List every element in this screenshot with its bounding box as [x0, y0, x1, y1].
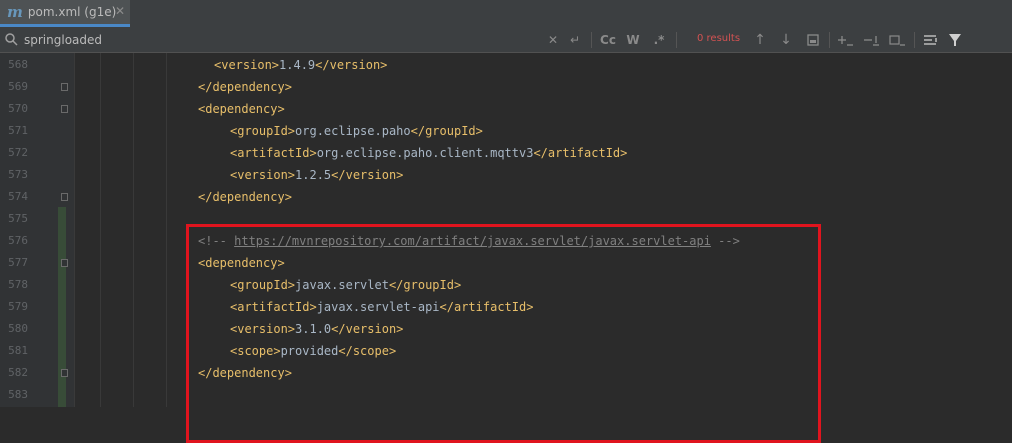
indent-guide [133, 53, 134, 407]
code-line: <groupId>org.eclipse.paho</groupId> [230, 120, 483, 142]
new-line-icon[interactable]: ↵ [567, 30, 583, 50]
find-bar: ✕ ↵ Cc W .* 0 results ↑ ↓ [0, 27, 1012, 53]
separator [914, 32, 915, 48]
line-number: 579 [8, 300, 28, 313]
line-number: 577 [8, 256, 28, 269]
multiline-icon[interactable] [922, 30, 940, 50]
xml-tag-open: <artifactId> [230, 146, 317, 160]
indent-guide [100, 53, 101, 407]
code-line: </dependency> [198, 76, 292, 98]
line-number: 570 [8, 102, 28, 115]
xml-text: 1.4.9 [279, 58, 316, 72]
xml-tag-close: </groupId> [410, 124, 483, 138]
line-number: 582 [8, 366, 28, 379]
separator [829, 32, 830, 48]
indent-guide [166, 53, 167, 407]
line-number: 583 [8, 388, 28, 401]
tab-bar: m pom.xml (g1e) ✕ [0, 0, 1012, 28]
fold-marker-icon[interactable] [61, 105, 68, 113]
xml-text: 1.2.5 [295, 168, 332, 182]
next-occurrence-icon[interactable]: ↓ [778, 30, 794, 50]
vcs-change-marker [58, 207, 66, 407]
code-line: <artifactId>org.eclipse.paho.client.mqtt… [230, 142, 627, 164]
separator [591, 32, 592, 48]
line-number: 572 [8, 146, 28, 159]
line-number: 571 [8, 124, 28, 137]
xml-tag-close: </artifactId> [533, 146, 628, 160]
line-number: 580 [8, 322, 28, 335]
select-all-occurrences-icon[interactable] [805, 30, 821, 50]
xml-tag-open: </dependency> [198, 80, 292, 94]
xml-tag-close: </version> [331, 168, 404, 182]
search-icon[interactable] [4, 32, 19, 46]
fold-marker-icon[interactable] [61, 83, 68, 91]
search-results-count: 0 results [697, 33, 741, 44]
xml-tag-open: <dependency> [198, 102, 285, 116]
clear-icon[interactable]: ✕ [546, 30, 560, 50]
line-number: 581 [8, 344, 28, 357]
xml-tag-open: <version> [214, 58, 280, 72]
line-number: 573 [8, 168, 28, 181]
toggle-selection-icon[interactable] [888, 30, 906, 50]
tab-label: pom.xml (g1e) [27, 5, 117, 19]
fold-marker-icon[interactable] [61, 369, 68, 377]
code-line: <dependency> [198, 98, 285, 120]
match-case-icon[interactable]: Cc [598, 30, 618, 50]
maven-icon: m [7, 3, 23, 21]
whole-words-icon[interactable]: W [624, 30, 642, 50]
xml-tag-open: <groupId> [230, 124, 296, 138]
line-number: 574 [8, 190, 28, 203]
xml-text: org.eclipse.paho [295, 124, 411, 138]
filter-icon[interactable] [946, 30, 964, 50]
code-line: <version>1.2.5</version> [230, 164, 403, 186]
fold-marker-icon[interactable] [61, 193, 68, 201]
xml-tag-close: </version> [315, 58, 388, 72]
xml-tag-open: </dependency> [198, 190, 292, 204]
gutter: 568 569 570 571 572 573 574 575 576 577 578 579 580 5… [0, 53, 75, 407]
search-input[interactable] [24, 30, 534, 50]
tab-pom-xml[interactable]: m pom.xml (g1e) ✕ [0, 0, 130, 27]
close-tab-icon[interactable]: ✕ [115, 4, 125, 18]
regex-icon[interactable]: .* [650, 30, 668, 50]
prev-occurrence-icon[interactable]: ↑ [752, 30, 768, 50]
add-occurrence-icon[interactable] [836, 30, 854, 50]
xml-tag-open: <version> [230, 168, 296, 182]
line-number: 576 [8, 234, 28, 247]
line-number: 568 [8, 58, 28, 71]
code-line: <version>1.4.9</version> [214, 54, 387, 76]
xml-text: org.eclipse.paho.client.mqttv3 [316, 146, 534, 160]
line-number: 569 [8, 80, 28, 93]
remove-occurrence-icon[interactable] [862, 30, 880, 50]
separator [676, 32, 677, 48]
code-editor[interactable]: 568 569 570 571 572 573 574 575 576 577 578 579 580 5… [0, 53, 1012, 443]
line-number: 575 [8, 212, 28, 225]
code-line: </dependency> [198, 186, 292, 208]
highlight-annotation-box [186, 224, 821, 443]
line-number: 578 [8, 278, 28, 291]
fold-marker-icon[interactable] [61, 259, 68, 267]
